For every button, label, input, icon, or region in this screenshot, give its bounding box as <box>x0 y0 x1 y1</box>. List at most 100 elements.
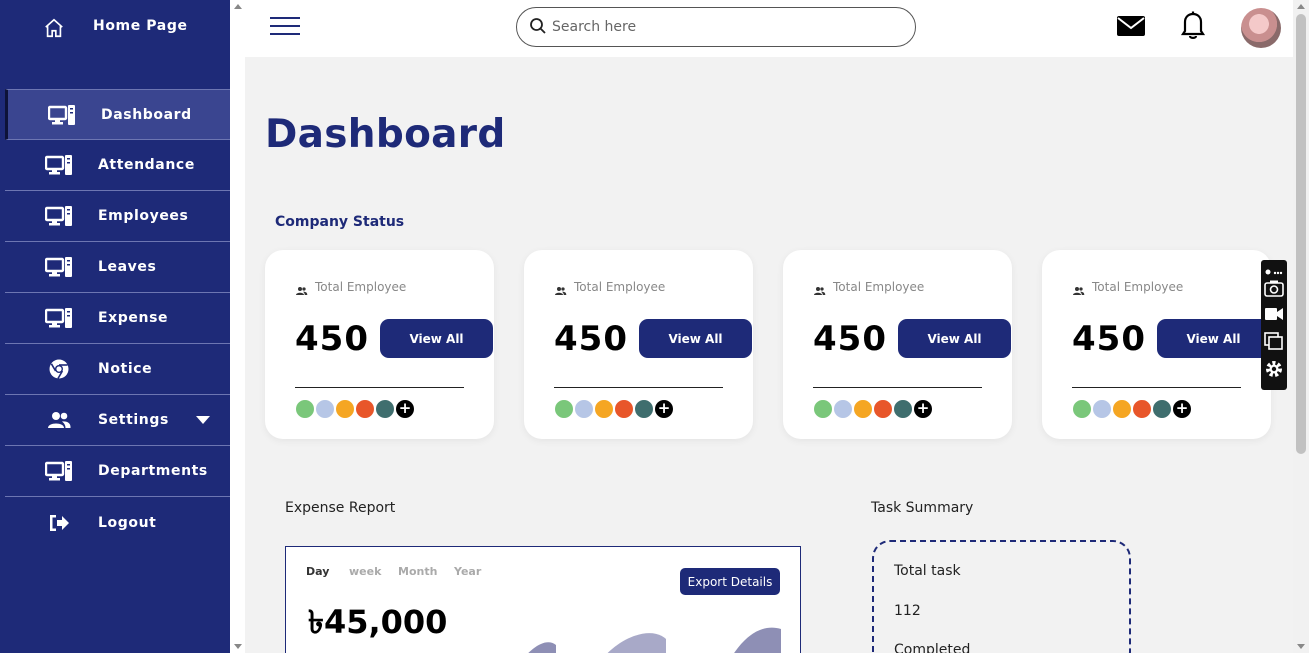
sidebar-item-label: Notice <box>98 361 153 377</box>
users-icon <box>45 409 73 431</box>
avatar <box>1092 399 1112 419</box>
divider <box>1072 387 1241 388</box>
sidebar-item-logout[interactable]: Logout <box>5 497 230 548</box>
sidebar-item-label: Dashboard <box>101 106 192 123</box>
card-value: 450 <box>295 319 369 359</box>
computer-icon <box>48 104 76 126</box>
avatar <box>614 399 634 419</box>
scroll-thumb[interactable] <box>1296 14 1306 454</box>
export-details-button[interactable]: Export Details <box>680 568 780 595</box>
task-total-label: Total task <box>894 563 961 579</box>
sidebar-item-home[interactable]: Home Page <box>0 0 230 52</box>
add-icon[interactable]: + <box>396 400 414 418</box>
card-label: Total Employee <box>574 280 666 294</box>
sidebar-item-attendance[interactable]: Attendance <box>5 140 230 191</box>
sidebar-item-label: Employees <box>98 208 189 224</box>
users-icon <box>1072 281 1085 300</box>
add-icon[interactable]: + <box>655 400 673 418</box>
divider <box>295 387 464 388</box>
avatar <box>634 399 654 419</box>
task-summary-title: Task Summary <box>871 500 974 516</box>
avatar <box>1132 399 1152 419</box>
avatar <box>594 399 614 419</box>
scroll-down-arrow[interactable] <box>1297 644 1305 649</box>
computer-icon <box>45 256 73 278</box>
more-icon[interactable] <box>1264 262 1284 280</box>
expense-report-panel: Day week Month Year Export Details ৳45,0… <box>285 546 801 653</box>
users-icon <box>554 281 567 300</box>
tab-week[interactable]: week <box>349 565 381 578</box>
computer-icon <box>45 154 73 176</box>
card-value: 450 <box>813 319 887 359</box>
search-input[interactable] <box>552 16 892 38</box>
add-icon[interactable]: + <box>914 400 932 418</box>
divider <box>813 387 982 388</box>
avatar <box>375 399 395 419</box>
tab-day[interactable]: Day <box>306 565 329 578</box>
sidebar-item-label: Logout <box>98 514 157 531</box>
task-summary-panel: Total task 112 Completed <box>872 540 1131 653</box>
sidebar-item-notice[interactable]: Notice <box>5 344 230 395</box>
mail-icon[interactable] <box>1116 14 1146 42</box>
task-total-value: 112 <box>894 603 921 619</box>
top-header <box>245 0 1293 57</box>
view-all-button[interactable]: View All <box>898 319 1011 358</box>
users-icon <box>813 281 826 300</box>
avatar <box>335 399 355 419</box>
scroll-up-arrow[interactable] <box>234 4 242 9</box>
scroll-down-arrow[interactable] <box>234 644 242 649</box>
computer-icon <box>45 205 73 227</box>
sidebar-scrollbar[interactable] <box>230 0 245 653</box>
sidebar-item-leaves[interactable]: Leaves <box>5 242 230 293</box>
sidebar-item-label: Settings <box>98 412 169 428</box>
sidebar-item-label: Home Page <box>93 18 188 34</box>
stat-card: Total Employee 450 View All + <box>265 250 494 439</box>
sidebar-item-label: Expense <box>98 310 169 326</box>
avatar <box>295 399 315 419</box>
sidebar-item-employees[interactable]: Employees <box>5 191 230 242</box>
chevron-down-icon[interactable] <box>196 416 210 424</box>
view-all-button[interactable]: View All <box>380 319 493 358</box>
window-icon[interactable] <box>1264 332 1284 350</box>
video-icon[interactable] <box>1264 306 1284 324</box>
task-completed-label: Completed <box>894 642 971 653</box>
menu-icon[interactable] <box>270 17 300 37</box>
logout-icon <box>45 512 73 534</box>
avatar <box>1072 399 1092 419</box>
avatar <box>1152 399 1172 419</box>
view-all-button[interactable]: View All <box>639 319 752 358</box>
avatar <box>893 399 913 419</box>
bell-icon[interactable] <box>1180 10 1206 44</box>
scroll-up-arrow[interactable] <box>1297 4 1305 9</box>
tab-month[interactable]: Month <box>398 565 437 578</box>
add-icon[interactable]: + <box>1173 400 1191 418</box>
view-all-button[interactable]: View All <box>1157 319 1270 358</box>
user-avatar[interactable] <box>1241 8 1281 48</box>
expense-chart <box>528 627 781 653</box>
card-value: 450 <box>554 319 628 359</box>
sidebar-item-label: Leaves <box>98 259 157 275</box>
camera-icon[interactable] <box>1264 279 1284 297</box>
sidebar-item-expense[interactable]: Expense <box>5 293 230 344</box>
card-label: Total Employee <box>1092 280 1184 294</box>
home-icon <box>40 17 68 39</box>
page-scrollbar[interactable] <box>1293 0 1309 653</box>
computer-icon <box>45 307 73 329</box>
sidebar-item-label: Departments <box>98 463 208 479</box>
card-label: Total Employee <box>315 280 407 294</box>
sidebar-item-settings[interactable]: Settings <box>5 395 230 446</box>
avatar <box>574 399 594 419</box>
company-status-title: Company Status <box>275 214 405 230</box>
sidebar-item-dashboard[interactable]: Dashboard <box>5 89 230 140</box>
stat-card: Total Employee 450 View All + <box>1042 250 1271 439</box>
tab-year[interactable]: Year <box>454 565 481 578</box>
gear-icon[interactable] <box>1264 359 1284 377</box>
card-label: Total Employee <box>833 280 925 294</box>
avatar <box>554 399 574 419</box>
page-title: Dashboard <box>265 112 506 157</box>
avatar <box>813 399 833 419</box>
stat-card: Total Employee 450 View All + <box>524 250 753 439</box>
search-bar[interactable] <box>516 7 916 47</box>
avatar <box>873 399 893 419</box>
sidebar-item-departments[interactable]: Departments <box>5 446 230 497</box>
